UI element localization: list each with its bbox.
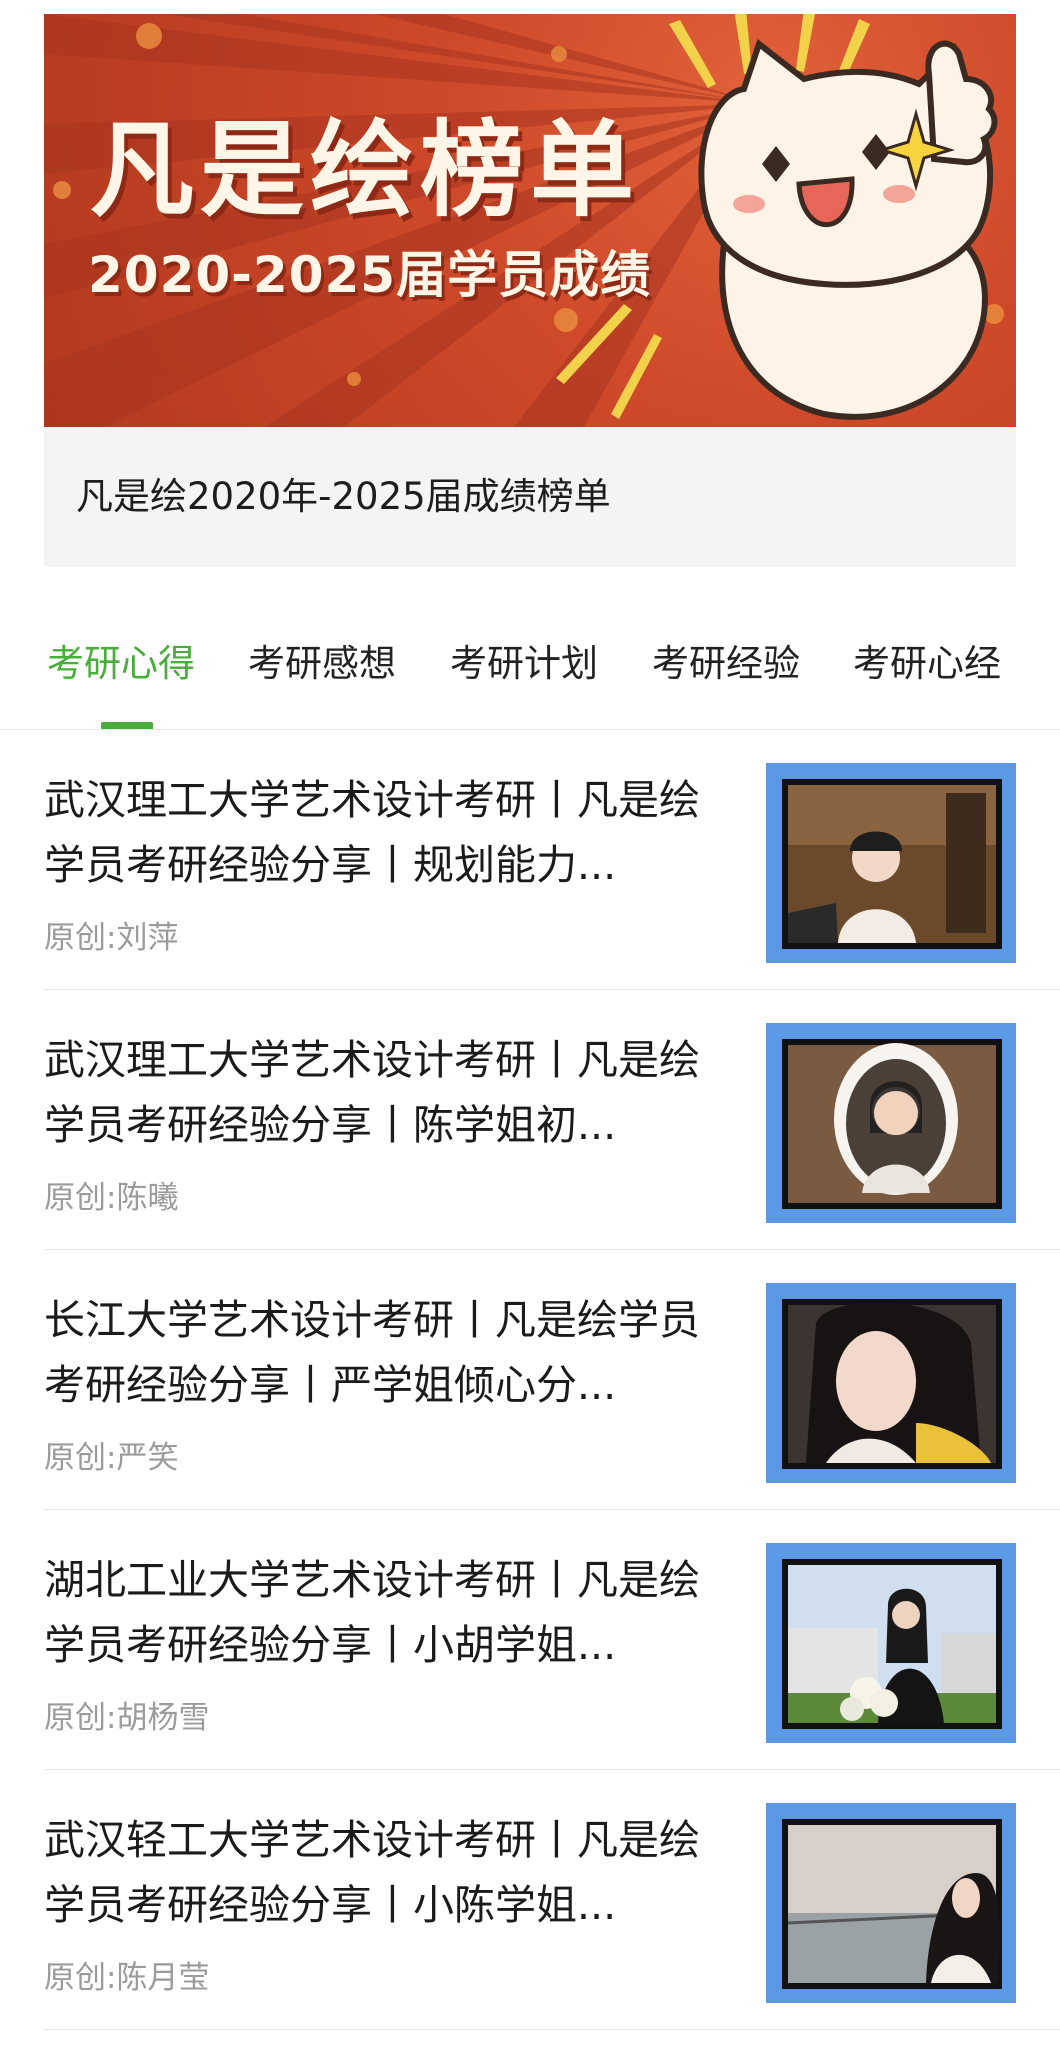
- list-item[interactable]: 武汉轻工大学艺术设计考研丨凡是绘学员考研经验分享丨小陈学姐... 原创:陈月莹: [0, 1770, 1060, 2030]
- list-item[interactable]: 湖北工业大学艺术设计考研丨凡是绘学员考研经验分享丨小胡学姐... 原创:胡杨雪: [0, 1510, 1060, 1770]
- article-list: 武汉理工大学艺术设计考研丨凡是绘学员考研经验分享丨规划能力... 原创:刘萍 武…: [0, 730, 1060, 2030]
- banner-caption[interactable]: 凡是绘2020年-2025届成绩榜单: [44, 427, 1016, 567]
- list-item[interactable]: 武汉理工大学艺术设计考研丨凡是绘学员考研经验分享丨规划能力... 原创:刘萍: [0, 730, 1060, 990]
- tab-kaoyan-jingyan[interactable]: 考研经验: [652, 642, 800, 686]
- article-title: 湖北工业大学艺术设计考研丨凡是绘学员考研经验分享丨小胡学姐...: [44, 1556, 700, 1669]
- article-title: 长江大学艺术设计考研丨凡是绘学员考研经验分享丨严学姐倾心分...: [44, 1296, 700, 1409]
- article-author: 原创:严笑: [44, 1440, 179, 1476]
- cat-mascot-icon: [698, 39, 998, 420]
- article-title: 武汉理工大学艺术设计考研丨凡是绘学员考研经验分享丨陈学姐初...: [44, 1036, 700, 1149]
- article-author: 原创:陈月莹: [44, 1960, 210, 1996]
- tab-kaoyan-jihua[interactable]: 考研计划: [450, 642, 598, 686]
- tab-kaoyan-xinjing[interactable]: 考研心经: [853, 642, 1001, 686]
- article-author: 原创:胡杨雪: [44, 1700, 210, 1736]
- banner-image[interactable]: 凡是绘榜单 2020-2025届学员成绩: [44, 14, 1016, 427]
- article-thumbnail: [766, 763, 1016, 963]
- article-title: 武汉理工大学艺术设计考研丨凡是绘学员考研经验分享丨规划能力...: [44, 776, 700, 889]
- divider: [44, 2029, 1060, 2030]
- banner-subtitle: 2020-2025届学员成绩: [88, 246, 652, 304]
- article-thumbnail: [766, 1803, 1016, 2003]
- tab-bar: 考研心得 考研感想 考研计划 考研经验 考研心经: [0, 630, 1060, 730]
- article-author: 原创:刘萍: [44, 920, 179, 956]
- list-item[interactable]: 长江大学艺术设计考研丨凡是绘学员考研经验分享丨严学姐倾心分... 原创:严笑: [0, 1250, 1060, 1510]
- article-author: 原创:陈曦: [44, 1180, 179, 1216]
- banner-title: 凡是绘榜单: [90, 109, 641, 231]
- article-thumbnail: [766, 1283, 1016, 1483]
- tab-kaoyan-ganxiang[interactable]: 考研感想: [248, 642, 396, 686]
- article-thumbnail: [766, 1023, 1016, 1223]
- list-item[interactable]: 武汉理工大学艺术设计考研丨凡是绘学员考研经验分享丨陈学姐初... 原创:陈曦: [0, 990, 1060, 1250]
- article-title: 武汉轻工大学艺术设计考研丨凡是绘学员考研经验分享丨小陈学姐...: [44, 1816, 700, 1929]
- banner-caption-text: 凡是绘2020年-2025届成绩榜单: [76, 475, 611, 518]
- tab-kaoyan-xinde[interactable]: 考研心得: [47, 642, 195, 686]
- article-thumbnail: [766, 1543, 1016, 1743]
